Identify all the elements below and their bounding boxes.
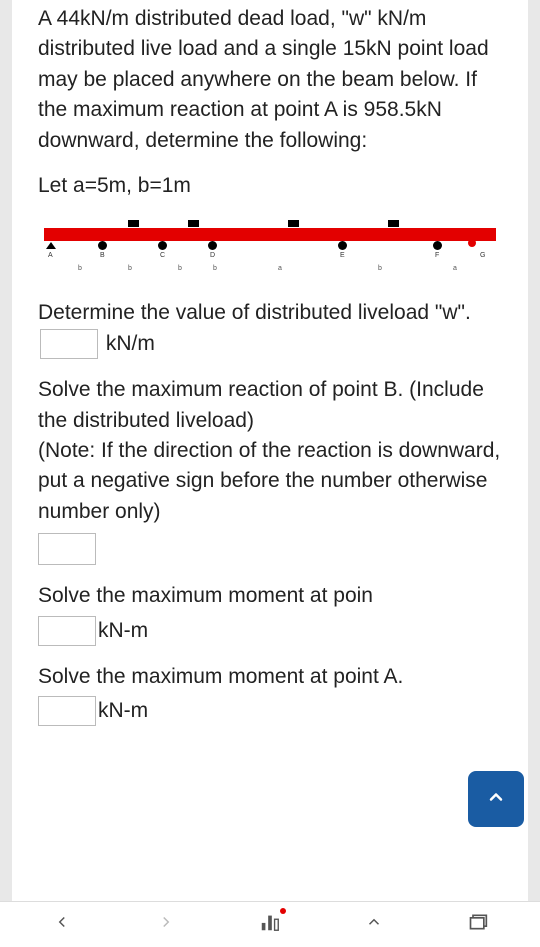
question-main-text: A 44kN/m distributed dead load, "w" kN/m… <box>38 0 502 156</box>
question-card: A 44kN/m distributed dead load, "w" kN/m… <box>12 0 528 947</box>
beam-bar <box>44 228 496 241</box>
beam-label: A <box>48 252 53 259</box>
home-bars-icon <box>259 913 281 936</box>
answer-input-moment-a[interactable] <box>38 696 96 726</box>
beam-support <box>128 220 139 227</box>
caret-up-icon <box>365 913 383 936</box>
sub1-unit: kN/m <box>106 332 155 355</box>
chevron-right-icon <box>157 913 175 936</box>
beam-support <box>188 220 199 227</box>
beam-label: G <box>480 252 485 259</box>
nav-up-button[interactable] <box>354 910 394 940</box>
beam-node-dot <box>98 241 107 250</box>
beam-support <box>288 220 299 227</box>
beam-node-dot <box>433 241 442 250</box>
beam-dim: b <box>128 265 132 272</box>
nav-tabs-button[interactable] <box>458 910 498 940</box>
beam-dim: a <box>453 265 457 272</box>
beam-triangle-support <box>46 242 56 249</box>
sub3-unit: kN-m <box>98 619 148 643</box>
question-let-text: Let a=5m, b=1m <box>38 174 502 198</box>
sub1-text: Determine the value of distributed livel… <box>38 301 471 324</box>
nav-forward-button[interactable] <box>146 910 186 940</box>
tabs-icon <box>468 913 488 936</box>
sub4-unit: kN-m <box>98 699 148 723</box>
beam-label: B <box>100 252 105 259</box>
scroll-to-top-button[interactable] <box>468 771 524 827</box>
beam-dim: b <box>178 265 182 272</box>
answer-input-w[interactable] <box>40 329 98 359</box>
sub-question-1: Determine the value of distributed livel… <box>38 298 502 359</box>
nav-home-button[interactable] <box>250 910 290 940</box>
beam-dim: b <box>213 265 217 272</box>
bottom-nav-bar <box>0 901 540 947</box>
sub-question-2: Solve the maximum reaction of point B. (… <box>38 375 502 527</box>
beam-label: F <box>435 252 439 259</box>
beam-dim: b <box>378 265 382 272</box>
nav-back-button[interactable] <box>42 910 82 940</box>
beam-node-dot <box>208 241 217 250</box>
notification-dot-icon <box>280 908 286 914</box>
beam-dim: a <box>278 265 282 272</box>
beam-label: D <box>210 252 215 259</box>
beam-support <box>388 220 399 227</box>
beam-node-dot <box>338 241 347 250</box>
beam-dim: b <box>78 265 82 272</box>
beam-node-dot <box>158 241 167 250</box>
beam-end-dot <box>468 239 476 247</box>
sub-question-3: Solve the maximum moment at poin <box>38 581 502 611</box>
chevron-up-icon <box>486 787 506 812</box>
answer-input-moment-trunc[interactable] <box>38 616 96 646</box>
chevron-left-icon <box>53 913 71 936</box>
beam-label: E <box>340 252 345 259</box>
sub-question-4: Solve the maximum moment at point A. <box>38 662 502 692</box>
beam-diagram: A B C D E F G b b b b a b a <box>38 220 502 280</box>
answer-input-reaction-b[interactable] <box>38 533 96 565</box>
beam-label: C <box>160 252 165 259</box>
